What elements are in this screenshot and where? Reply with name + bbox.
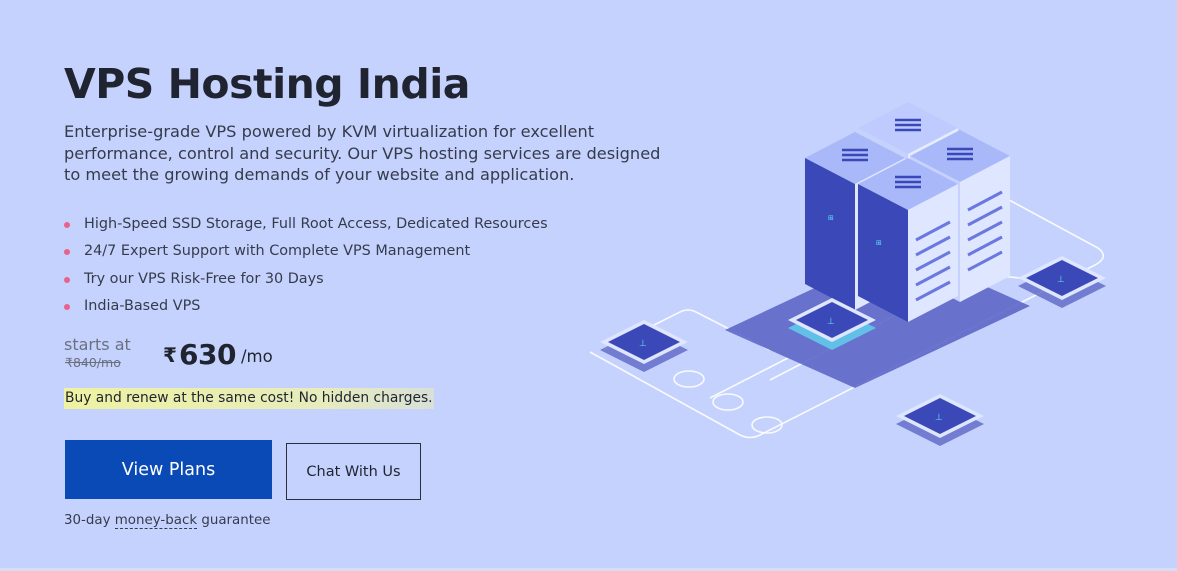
currency-symbol: ₹ bbox=[163, 343, 177, 367]
feature-text: Try our VPS Risk-Free for 30 Days bbox=[84, 270, 324, 287]
price-period: /mo bbox=[241, 347, 273, 366]
price-amount: 630 bbox=[179, 338, 236, 371]
guarantee-text: 30-day money-back guarantee bbox=[64, 513, 271, 529]
servers-network-illustration: ⊞ ⊞ ⊥ ⊥ ⊥ ⊥ bbox=[589, 102, 1106, 446]
guarantee-prefix: 30-day bbox=[64, 513, 115, 528]
starts-at-label: starts at bbox=[64, 335, 131, 354]
guarantee-suffix: guarantee bbox=[197, 513, 271, 528]
bullet-icon bbox=[64, 276, 70, 283]
svg-text:⊥: ⊥ bbox=[935, 413, 943, 423]
view-plans-button[interactable]: View Plans bbox=[65, 440, 272, 499]
bullet-icon bbox=[64, 221, 70, 228]
chip-right: ⊥ bbox=[1018, 256, 1106, 308]
feature-text: India-Based VPS bbox=[84, 298, 201, 315]
promo-highlight: Buy and renew at the same cost! No hidde… bbox=[64, 388, 434, 409]
svg-text:⊥: ⊥ bbox=[827, 317, 835, 327]
svg-text:⊞: ⊞ bbox=[828, 214, 834, 222]
bullet-icon bbox=[64, 304, 70, 311]
svg-text:⊥: ⊥ bbox=[1057, 275, 1065, 285]
chip-bottom: ⊥ bbox=[896, 394, 984, 446]
money-back-link[interactable]: money-back bbox=[114, 513, 198, 529]
svg-text:⊞: ⊞ bbox=[876, 239, 882, 247]
chat-with-us-button[interactable]: Chat With Us bbox=[286, 443, 421, 500]
svg-text:⊥: ⊥ bbox=[639, 339, 647, 349]
old-price: ₹840/mo bbox=[65, 355, 121, 370]
feature-text: 24/7 Expert Support with Complete VPS Ma… bbox=[84, 243, 471, 260]
bullet-icon bbox=[64, 249, 70, 256]
price-block: starts at ₹840/mo ₹ 630 /mo bbox=[64, 335, 364, 375]
hero-section: VPS Hosting India Enterprise-grade VPS p… bbox=[0, 0, 1177, 571]
server-unit-front: ⊞ bbox=[858, 158, 958, 322]
feature-text: High-Speed SSD Storage, Full Root Access… bbox=[84, 215, 548, 232]
